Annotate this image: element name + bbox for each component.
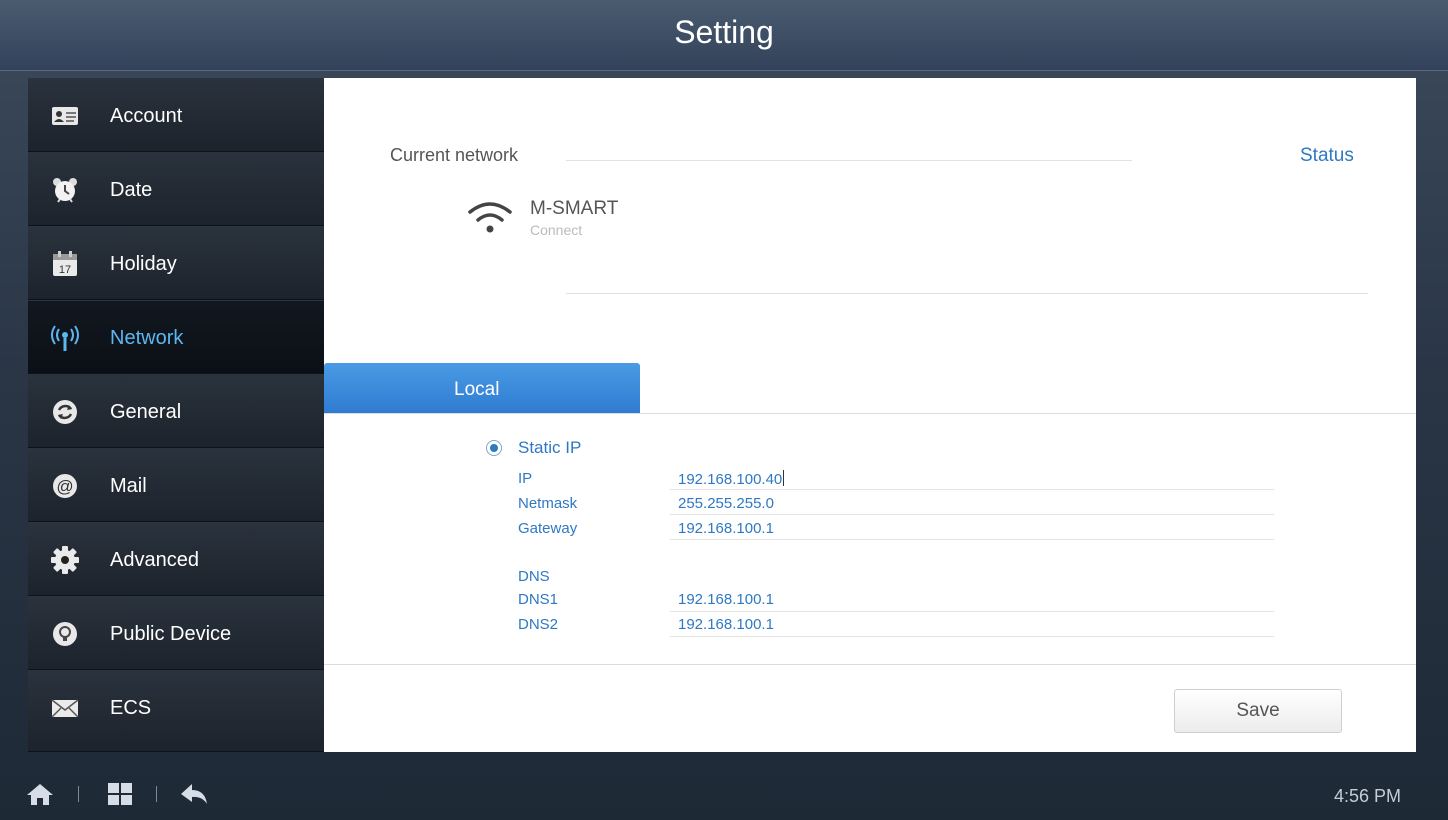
sidebar-item-label: Public Device bbox=[110, 623, 232, 645]
sidebar-item-account[interactable]: Account bbox=[28, 78, 324, 152]
sidebar-item-label: Date bbox=[110, 179, 153, 201]
dns2-label: DNS2 bbox=[518, 616, 559, 633]
ip-label: IP bbox=[518, 470, 533, 487]
sidebar-item-label: ECS bbox=[110, 697, 152, 719]
gear-icon bbox=[51, 546, 79, 574]
at-sign-icon: @ bbox=[53, 474, 77, 498]
alarm-clock-icon bbox=[53, 178, 77, 203]
dns1-field[interactable]: 192.168.100.1 bbox=[678, 591, 774, 608]
static-ip-label[interactable]: Static IP bbox=[518, 438, 581, 458]
dns1-label: DNS1 bbox=[518, 591, 559, 608]
bulb-icon bbox=[53, 622, 77, 646]
netmask-field[interactable]: 255.255.255.0 bbox=[678, 495, 774, 512]
save-button[interactable]: Save bbox=[1174, 689, 1342, 733]
clock: 4:56 PM bbox=[1334, 786, 1402, 806]
envelope-icon bbox=[51, 699, 79, 718]
field-underline bbox=[670, 611, 1274, 612]
sidebar: Account Date 17 Holiday Network General … bbox=[28, 78, 324, 752]
back-arrow-icon[interactable] bbox=[180, 782, 208, 806]
sidebar-item-ecs[interactable]: ECS bbox=[28, 670, 324, 752]
field-underline bbox=[670, 539, 1274, 540]
tab-local[interactable]: Local bbox=[324, 363, 640, 413]
sidebar-item-mail[interactable]: @ Mail bbox=[28, 448, 324, 522]
refresh-icon bbox=[53, 400, 77, 424]
ip-field[interactable]: 192.168.100.40 bbox=[678, 470, 785, 488]
ip-value: 192.168.100.40 bbox=[678, 471, 783, 488]
account-card-icon bbox=[52, 107, 78, 125]
divider bbox=[324, 413, 1416, 414]
network-panel: Current network Status M-SMART Connect L… bbox=[324, 78, 1416, 752]
sidebar-item-label: Mail bbox=[110, 475, 147, 497]
field-underline bbox=[670, 636, 1274, 637]
antenna-icon bbox=[51, 325, 79, 351]
sidebar-item-label: Holiday bbox=[110, 253, 177, 275]
network-ssid[interactable]: M-SMART bbox=[530, 198, 618, 220]
sidebar-item-public-device[interactable]: Public Device bbox=[28, 596, 324, 670]
bottom-bar: 4:56 PM bbox=[0, 762, 1448, 820]
gateway-label: Gateway bbox=[518, 520, 578, 537]
sidebar-item-label: Network bbox=[110, 327, 184, 349]
current-network-label: Current network bbox=[390, 145, 519, 165]
divider bbox=[566, 160, 1132, 161]
separator bbox=[156, 786, 157, 802]
sidebar-item-date[interactable]: Date bbox=[28, 152, 324, 226]
sidebar-item-label: Advanced bbox=[110, 549, 199, 571]
sidebar-item-general[interactable]: General bbox=[28, 374, 324, 448]
page-title: Setting bbox=[674, 14, 774, 50]
wifi-icon bbox=[468, 202, 512, 233]
text-cursor bbox=[783, 470, 785, 486]
svg-text:17: 17 bbox=[59, 264, 71, 276]
field-underline bbox=[670, 514, 1274, 515]
status-link[interactable]: Status bbox=[1300, 145, 1354, 167]
network-connection-status: Connect bbox=[530, 222, 583, 238]
sidebar-item-label: General bbox=[110, 401, 182, 423]
home-icon[interactable] bbox=[26, 782, 54, 806]
divider bbox=[324, 664, 1416, 665]
grid-menu-icon[interactable] bbox=[106, 782, 134, 806]
divider bbox=[566, 293, 1368, 294]
gateway-field[interactable]: 192.168.100.1 bbox=[678, 520, 774, 537]
calendar-icon: 17 bbox=[53, 251, 77, 276]
static-ip-radio[interactable] bbox=[486, 440, 502, 456]
dns-heading: DNS bbox=[518, 568, 550, 585]
separator bbox=[78, 786, 79, 802]
sidebar-item-holiday[interactable]: 17 Holiday bbox=[28, 226, 324, 300]
tab-local-label: Local bbox=[454, 379, 500, 400]
sidebar-item-advanced[interactable]: Advanced bbox=[28, 522, 324, 596]
field-underline bbox=[670, 489, 1274, 490]
sidebar-item-network[interactable]: Network bbox=[28, 300, 324, 374]
dns2-field[interactable]: 192.168.100.1 bbox=[678, 616, 774, 633]
svg-text:@: @ bbox=[56, 477, 73, 496]
title-bar: Setting bbox=[0, 0, 1448, 71]
sidebar-item-label: Account bbox=[110, 105, 183, 127]
netmask-label: Netmask bbox=[518, 495, 578, 512]
